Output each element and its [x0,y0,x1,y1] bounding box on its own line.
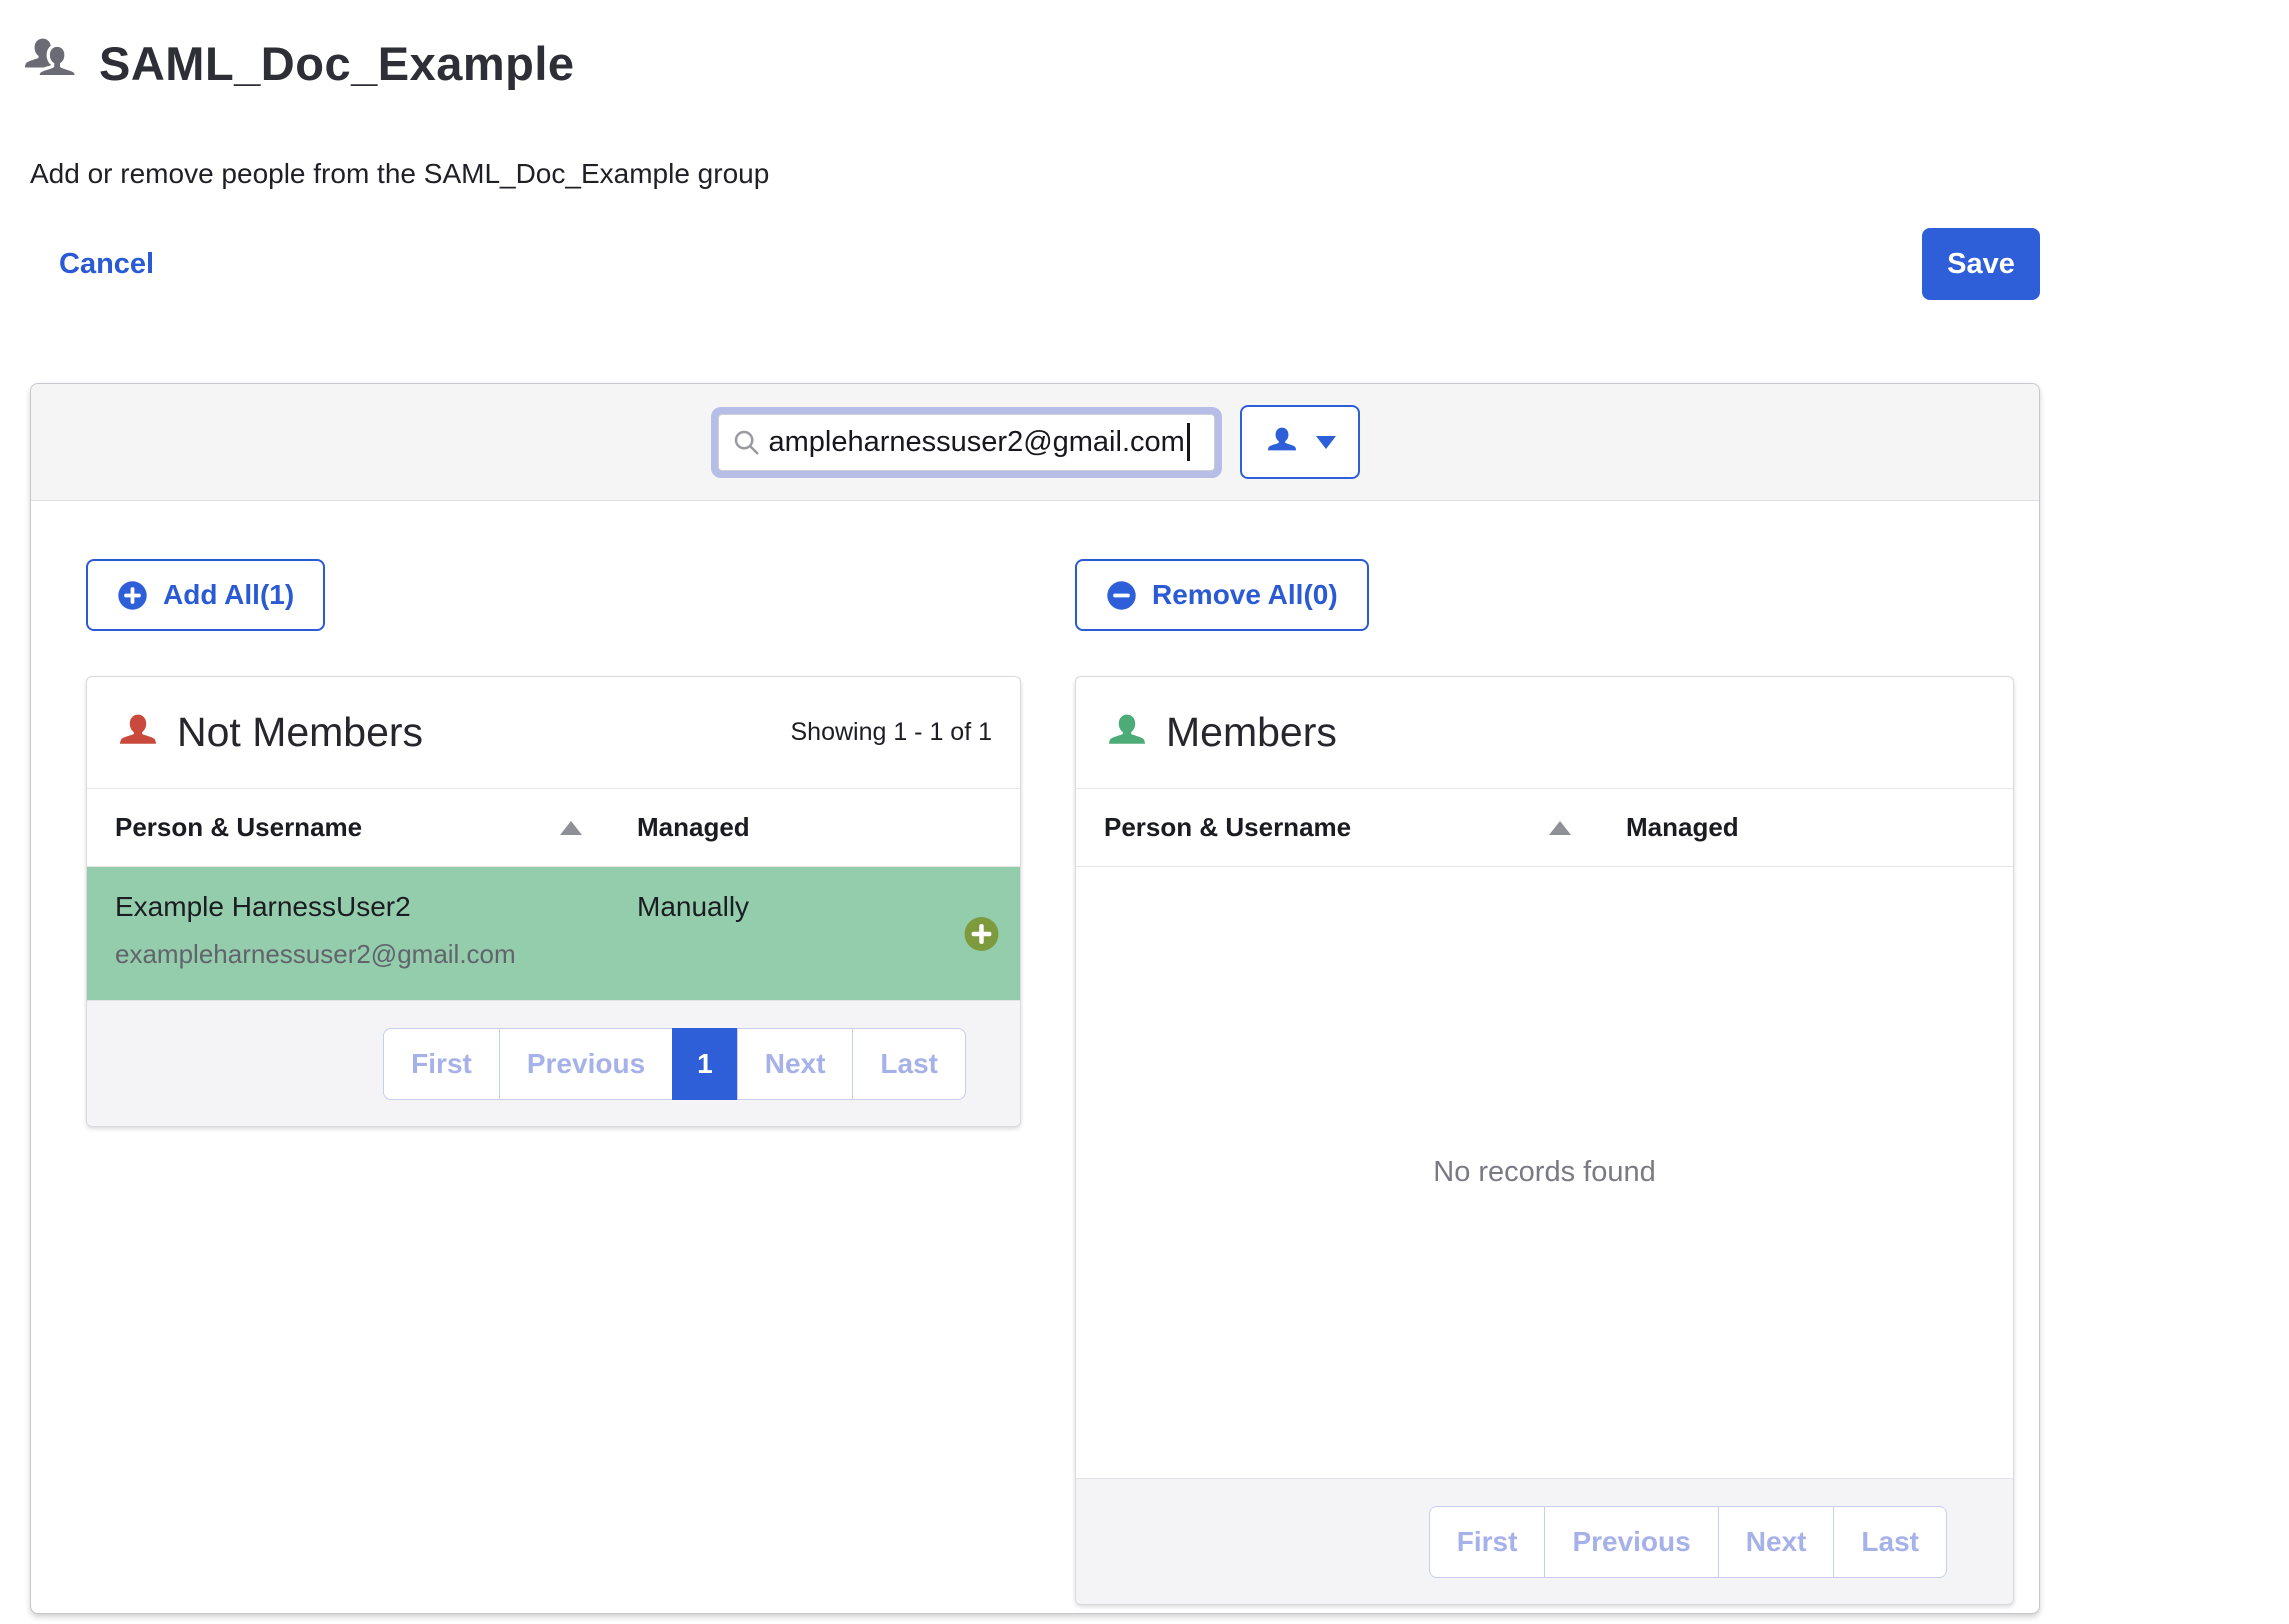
group-icon [22,34,84,92]
add-all-button[interactable]: Add All(1) [86,559,325,631]
members-title: Members [1166,709,1337,756]
search-focus-ring: ampleharnessuser2@gmail.com [711,407,1222,478]
add-person-icon[interactable] [963,915,1000,952]
pagination-last-button[interactable]: Last [1833,1506,1947,1578]
pagination-next-button[interactable]: Next [1718,1506,1835,1578]
minus-circle-icon [1106,580,1137,611]
pagination-next-button[interactable]: Next [737,1028,854,1100]
search-type-dropdown[interactable] [1240,405,1360,479]
search-input[interactable]: ampleharnessuser2@gmail.com [718,414,1215,471]
person-name: Example HarnessUser2 [115,891,637,923]
add-all-label: Add All(1) [163,579,294,611]
search-icon [731,427,761,457]
membership-container: ampleharnessuser2@gmail.com Add All(1) [30,383,2040,1614]
person-cell: Example HarnessUser2 exampleharnessuser2… [115,891,637,970]
pagination-first-button[interactable]: First [383,1028,500,1100]
pagination-first-button[interactable]: First [1429,1506,1546,1578]
members-header: Members [1076,677,2013,789]
not-members-title: Not Members [177,709,423,756]
search-bar-strip: ampleharnessuser2@gmail.com [31,384,2039,501]
not-members-column: Add All(1) Not Members Showing 1 - 1 of … [86,559,1021,1605]
page-subtitle: Add or remove people from the SAML_Doc_E… [30,158,2289,190]
pagination-previous-button[interactable]: Previous [499,1028,673,1100]
members-column: Remove All(0) Members Person & Username … [1075,559,2014,1605]
empty-state: No records found [1076,867,2013,1478]
actions-row: Cancel Save [59,228,2040,300]
column-managed[interactable]: Managed [1626,812,1985,843]
column-person-username[interactable]: Person & Username [1104,812,1549,843]
text-caret [1187,423,1190,461]
members-footer: First Previous Next Last [1076,1478,2013,1604]
table-row[interactable]: Example HarnessUser2 exampleharnessuser2… [87,867,1020,1000]
plus-circle-icon [117,580,148,611]
members-person-icon [1104,710,1150,756]
not-members-pagination: First Previous 1 Next Last [383,1028,966,1100]
page-header: SAML_Doc_Example [22,34,2289,92]
managed-value: Manually [637,891,950,970]
group-membership-page: SAML_Doc_Example Add or remove people fr… [0,34,2289,1624]
members-panel: Members Person & Username Managed No rec… [1075,676,2014,1605]
search-input-value: ampleharnessuser2@gmail.com [769,426,1185,459]
not-members-footer: First Previous 1 Next Last [87,1000,1020,1126]
remove-all-button[interactable]: Remove All(0) [1075,559,1369,631]
showing-count: Showing 1 - 1 of 1 [790,718,992,747]
members-pagination: First Previous Next Last [1429,1506,1947,1578]
remove-all-label: Remove All(0) [1152,579,1338,611]
person-username: exampleharnessuser2@gmail.com [115,939,637,970]
column-person-username[interactable]: Person & Username [115,812,560,843]
sort-asc-icon[interactable] [560,821,582,835]
not-members-header: Not Members Showing 1 - 1 of 1 [87,677,1020,789]
not-members-table-header: Person & Username Managed [87,789,1020,867]
cancel-link[interactable]: Cancel [59,248,154,281]
members-table-header: Person & Username Managed [1076,789,2013,867]
pagination-previous-button[interactable]: Previous [1544,1506,1718,1578]
not-members-panel: Not Members Showing 1 - 1 of 1 Person & … [86,676,1021,1127]
column-managed[interactable]: Managed [637,812,992,843]
person-icon [1264,424,1300,460]
pagination-last-button[interactable]: Last [852,1028,966,1100]
pagination-page-1-button[interactable]: 1 [672,1028,738,1100]
panels-area: Add All(1) Not Members Showing 1 - 1 of … [31,501,2039,1605]
not-members-person-icon [115,710,161,756]
save-button[interactable]: Save [1922,228,2040,300]
page-title: SAML_Doc_Example [99,36,575,91]
no-records-text: No records found [1433,1156,1655,1189]
sort-asc-icon[interactable] [1549,821,1571,835]
chevron-down-icon [1316,436,1336,449]
